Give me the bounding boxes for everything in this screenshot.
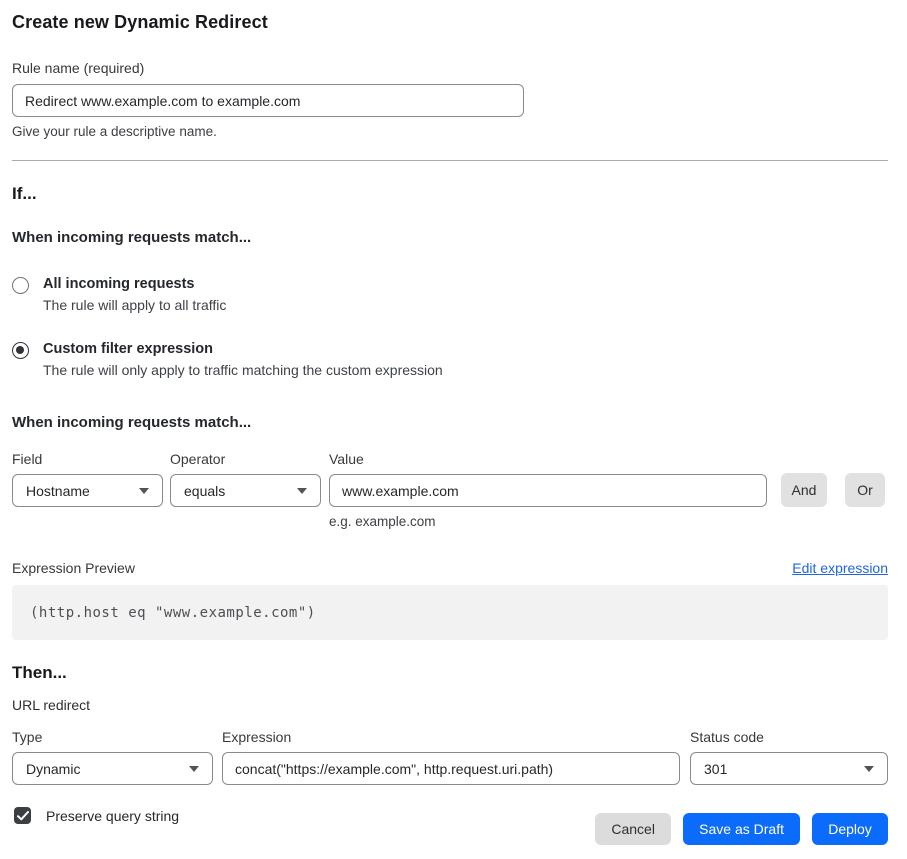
chevron-down-icon — [139, 488, 149, 494]
radio-option-description: The rule will apply to all traffic — [43, 297, 226, 313]
field-select[interactable]: Hostname — [12, 474, 163, 507]
status-code-label: Status code — [690, 729, 888, 745]
and-button[interactable]: And — [781, 473, 827, 507]
checkbox-checked[interactable] — [14, 807, 31, 824]
rule-name-label: Rule name (required) — [12, 60, 888, 76]
radio-option-all-incoming-requests[interactable]: All incoming requests The rule will appl… — [12, 276, 888, 313]
value-label: Value — [329, 451, 767, 467]
type-select-value: Dynamic — [26, 761, 80, 777]
page-title: Create new Dynamic Redirect — [12, 12, 888, 33]
radio-option-description: The rule will only apply to traffic matc… — [43, 362, 443, 378]
operator-select[interactable]: equals — [170, 474, 321, 507]
url-redirect-label: URL redirect — [12, 697, 888, 713]
chevron-down-icon — [189, 766, 199, 772]
field-select-value: Hostname — [26, 483, 90, 499]
operator-label: Operator — [170, 451, 321, 467]
chevron-down-icon — [297, 488, 307, 494]
preserve-query-string-label: Preserve query string — [46, 808, 179, 824]
edit-expression-link[interactable]: Edit expression — [792, 560, 888, 576]
field-label: Field — [12, 451, 163, 467]
rule-name-input[interactable] — [12, 84, 524, 117]
redirect-config-row: Type Dynamic Expression Status code 301 — [12, 729, 888, 785]
section-divider — [12, 160, 888, 161]
status-code-select[interactable]: 301 — [690, 752, 888, 785]
type-select[interactable]: Dynamic — [12, 752, 213, 785]
value-helper: e.g. example.com — [329, 514, 888, 529]
save-as-draft-button[interactable]: Save as Draft — [683, 813, 800, 845]
status-code-select-value: 301 — [704, 761, 727, 777]
expression-preview-code: (http.host eq "www.example.com") — [12, 585, 888, 640]
then-heading: Then... — [12, 663, 888, 683]
rule-name-helper: Give your rule a descriptive name. — [12, 124, 888, 139]
if-heading: If... — [12, 184, 888, 204]
radio-option-custom-filter-expression[interactable]: Custom filter expression The rule will o… — [12, 341, 888, 378]
form-actions: Cancel Save as Draft Deploy — [595, 813, 888, 845]
incoming-requests-match-heading: When incoming requests match... — [12, 229, 888, 246]
expression-code-text: (http.host eq "www.example.com") — [30, 605, 316, 621]
create-dynamic-redirect-form: Create new Dynamic Redirect Rule name (r… — [0, 0, 907, 824]
radio-button-checked[interactable] — [12, 342, 29, 359]
filter-builder-heading: When incoming requests match... — [12, 414, 888, 431]
deploy-button[interactable]: Deploy — [812, 813, 888, 845]
redirect-expression-input[interactable] — [222, 752, 680, 785]
or-button[interactable]: Or — [845, 473, 885, 507]
operator-select-value: equals — [184, 483, 225, 499]
radio-option-label: All incoming requests — [43, 276, 226, 292]
expression-preview-label: Expression Preview — [12, 560, 135, 576]
value-input[interactable] — [329, 474, 767, 507]
cancel-button[interactable]: Cancel — [595, 813, 671, 845]
checkmark-icon — [17, 811, 29, 821]
type-label: Type — [12, 729, 213, 745]
chevron-down-icon — [864, 766, 874, 772]
radio-option-label: Custom filter expression — [43, 341, 443, 357]
expression-label: Expression — [222, 729, 680, 745]
filter-builder-row: Field Hostname Operator equals Value And… — [12, 451, 888, 507]
radio-button-unchecked[interactable] — [12, 277, 29, 294]
